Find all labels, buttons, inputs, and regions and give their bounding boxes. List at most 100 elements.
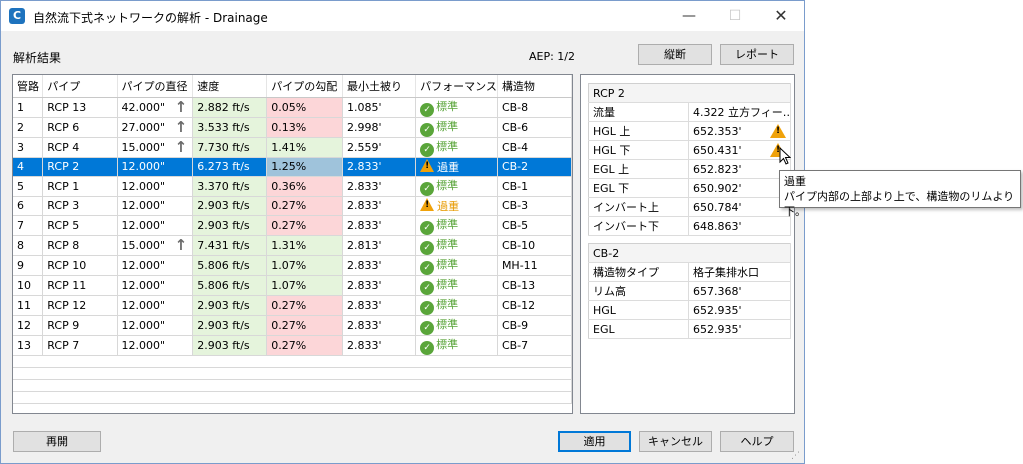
pipe-name-cell: RCP 4 xyxy=(42,137,118,158)
slope-cell: 0.27% xyxy=(266,335,343,356)
pipe-diameter-cell-text: 12.000" xyxy=(121,199,166,212)
structure-cell: CB-9 xyxy=(497,315,572,336)
check-circle-icon: ✓ xyxy=(420,320,435,334)
table-row[interactable]: 12 RCP 9 12.000" 2.903 ft/s 0.27% 2.833' ✓ 標準 CB… xyxy=(13,315,572,336)
property-row: HGL 下 650.431' xyxy=(588,140,791,160)
table-row[interactable]: 1 RCP 13 42.000" ↑ 2.882 ft/s 0.05% 1.085' ✓ 標準 C… xyxy=(13,97,572,118)
min-cover-cell: 2.833' xyxy=(342,255,417,276)
check-circle-icon: ✓ xyxy=(420,102,435,116)
warning-icon[interactable] xyxy=(770,124,786,138)
pipe-diameter-cell: 12.000" xyxy=(117,255,194,276)
cancel-button[interactable]: キャンセル xyxy=(639,431,712,452)
table-row[interactable]: 9 RCP 10 12.000" 5.806 ft/s 1.07% 2.833' ✓ 標準 MH… xyxy=(13,255,572,276)
property-row: リム高 657.368' xyxy=(588,281,792,301)
pipe-diameter-cell: 15.000" ↑ xyxy=(117,137,194,158)
table-row[interactable]: 10 RCP 11 12.000" 5.806 ft/s 1.07% 2.833' ✓ 標準 C… xyxy=(13,275,572,296)
pipe-diameter-cell-text: 42.000" xyxy=(121,100,166,114)
maximize-button[interactable]: ☐ xyxy=(712,1,758,31)
column-header[interactable]: パイプの勾配 xyxy=(266,75,343,98)
table-row[interactable]: 5 RCP 1 12.000" 3.370 ft/s 0.36% 2.833' ✓ 標準 CB-… xyxy=(13,176,572,197)
property-value-cell: 652.353' xyxy=(688,121,791,141)
pipe-number-cell: 2 xyxy=(13,117,44,138)
min-cover-cell-text: 2.833' xyxy=(346,160,382,173)
profile-button[interactable]: 縦断 xyxy=(638,44,712,65)
reopen-button[interactable]: 再開 xyxy=(13,431,101,452)
pipe-number-cell: 7 xyxy=(13,215,44,236)
pipe-number-cell: 12 xyxy=(13,315,44,336)
pipe-number-cell: 11 xyxy=(13,295,44,316)
velocity-cell: 2.903 ft/s xyxy=(192,315,268,336)
table-row[interactable]: 11 RCP 12 12.000" 2.903 ft/s 0.27% 2.833' ✓ 標準 C… xyxy=(13,295,572,316)
structure-cell-text: CB-10 xyxy=(501,238,536,252)
property-label: EGL 下 xyxy=(588,178,689,198)
performance-text: 標準 xyxy=(436,178,459,192)
check-circle-icon: ✓ xyxy=(420,240,435,254)
column-header[interactable]: 最小土被り xyxy=(342,75,417,98)
check-circle-icon: ✓ xyxy=(420,122,435,136)
structure-cell: CB-12 xyxy=(497,295,572,316)
pipe-name-cell-text: RCP 7 xyxy=(47,338,80,352)
slope-cell: 0.27% xyxy=(266,315,343,336)
pipe-name-cell-text: RCP 12 xyxy=(47,298,87,312)
structure-cell-text: CB-3 xyxy=(501,199,529,212)
performance-cell: ✓ 標準 xyxy=(415,255,498,276)
performance-text: 標準 xyxy=(436,277,459,291)
performance-cell: 過重 xyxy=(415,196,498,216)
slope-cell-text: 0.36% xyxy=(271,179,307,193)
table-row[interactable]: 13 RCP 7 12.000" 2.903 ft/s 0.27% 2.833' ✓ 標準 CB… xyxy=(13,335,572,356)
min-cover-cell: 2.833' xyxy=(342,275,417,296)
warning-icon xyxy=(420,197,435,211)
min-cover-cell-text: 2.833' xyxy=(346,199,382,212)
column-header[interactable]: パフォーマンス xyxy=(415,75,498,98)
column-header[interactable]: 構造物 xyxy=(497,75,572,98)
empty-cell xyxy=(13,367,572,380)
pipe-number-cell-text: 5 xyxy=(17,179,24,193)
performance-cell: ✓ 標準 xyxy=(415,215,498,236)
pipe-diameter-cell: 12.000" xyxy=(117,176,194,197)
column-header[interactable]: 管路 xyxy=(13,75,44,98)
table-row[interactable]: 2 RCP 6 27.000" ↑ 3.533 ft/s 0.13% 2.998' ✓ 標準 CB… xyxy=(13,117,572,138)
resize-grip-icon[interactable]: ⋰ xyxy=(791,451,800,461)
check-circle-icon: ✓ xyxy=(420,260,435,274)
property-label: HGL xyxy=(588,300,689,320)
arrow-up-icon: ↑ xyxy=(174,97,188,116)
pipe-name-cell-text: RCP 3 xyxy=(47,199,80,212)
velocity-cell: 3.533 ft/s xyxy=(192,117,268,138)
velocity-cell-text: 2.903 ft/s xyxy=(197,298,250,312)
report-button[interactable]: レポート xyxy=(720,44,794,65)
pipe-name-cell-text: RCP 4 xyxy=(47,140,80,154)
pipe-name-cell: RCP 6 xyxy=(42,117,118,138)
pipe-number-cell: 8 xyxy=(13,235,44,256)
pipe-number-cell-text: 11 xyxy=(17,298,31,312)
overload-tooltip: 過重 パイプ内部の上部より上で、構造物のリムより下。 xyxy=(779,170,1021,218)
empty-row xyxy=(13,367,572,380)
pipe-diameter-cell: 42.000" ↑ xyxy=(117,97,194,118)
table-row[interactable]: 7 RCP 5 12.000" 2.903 ft/s 0.27% 2.833' ✓ 標準 CB-… xyxy=(13,215,572,236)
table-row[interactable]: 8 RCP 8 15.000" ↑ 7.431 ft/s 1.31% 2.813' ✓ 標準 CB… xyxy=(13,235,572,256)
close-button[interactable]: ✕ xyxy=(758,1,804,31)
structure-cell: CB-2 xyxy=(497,157,572,177)
velocity-cell: 2.903 ft/s xyxy=(192,295,268,316)
velocity-cell: 2.903 ft/s xyxy=(192,196,268,216)
structure-cell-text: CB-4 xyxy=(501,140,529,154)
pipe-number-cell-text: 3 xyxy=(17,140,24,154)
tooltip-title: 過重 xyxy=(784,175,806,188)
window-title: 自然流下式ネットワークの解析 - Drainage xyxy=(33,11,268,25)
help-button[interactable]: ヘルプ xyxy=(720,431,794,452)
column-header[interactable]: パイプの直径 xyxy=(117,75,194,98)
min-cover-cell: 2.998' xyxy=(342,117,417,138)
apply-button[interactable]: 適用 xyxy=(558,431,631,452)
table-row[interactable]: 6 RCP 3 12.000" 2.903 ft/s 0.27% 2.833' 過重 CB-3 xyxy=(13,196,572,216)
column-header[interactable]: パイプ xyxy=(42,75,118,98)
column-header[interactable]: 速度 xyxy=(192,75,268,98)
pipe-diameter-cell-text: 12.000" xyxy=(121,179,166,193)
table-row[interactable]: 3 RCP 4 15.000" ↑ 7.730 ft/s 1.41% 2.559' ✓ 標準 CB… xyxy=(13,137,572,158)
min-cover-cell: 2.833' xyxy=(342,196,417,216)
slope-cell-text: 0.05% xyxy=(271,100,307,114)
property-label: EGL 上 xyxy=(588,159,689,179)
table-row[interactable]: 4 RCP 2 12.000" 6.273 ft/s 1.25% 2.833' 過重 CB-2 xyxy=(13,157,572,177)
structure-cell-text: MH-11 xyxy=(501,258,538,272)
pipe-number-cell-text: 13 xyxy=(17,338,31,352)
velocity-cell: 6.273 ft/s xyxy=(192,157,268,177)
minimize-button[interactable]: — xyxy=(666,1,712,31)
